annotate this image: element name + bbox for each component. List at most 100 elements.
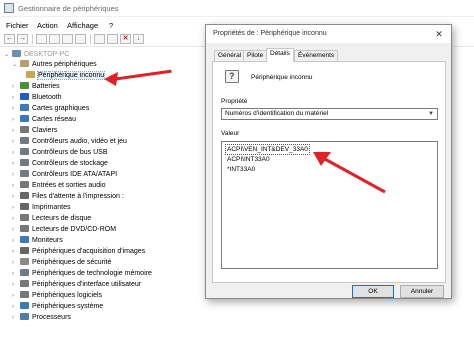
- dialog-title-bar: Propriétés de : Périphérique inconnu ✕: [206, 25, 451, 43]
- tree-item-label: Bluetooth: [32, 94, 62, 101]
- device-category-icon: [20, 137, 29, 144]
- device-category-icon: [20, 170, 29, 177]
- device-category-icon: [20, 104, 29, 111]
- device-category-icon: [20, 291, 29, 298]
- device-category-icon: [20, 60, 29, 67]
- tree-item-label: Contrôleurs de bus USB: [32, 149, 108, 156]
- chevron-right-icon: ›: [12, 293, 14, 299]
- tree-item[interactable]: › Moniteurs: [12, 236, 63, 246]
- device-category-icon: [20, 247, 29, 254]
- tree-item[interactable]: › Imprimantes: [12, 203, 71, 213]
- tree-item-label: Périphériques système: [32, 303, 104, 310]
- tree-item-label: Lecteurs de disque: [32, 215, 92, 222]
- device-tree: ⌄ DESKTOP-PC ⌄ Autres périphériques Périphér…: [0, 48, 205, 346]
- tree-item-label: Batteries: [32, 83, 60, 90]
- tree-item[interactable]: › Bluetooth: [12, 93, 62, 103]
- chevron-right-icon: ›: [12, 304, 14, 310]
- tree-item-label: Contrôleurs de stockage: [32, 160, 108, 167]
- tree-item-label: Périphériques logiciels: [32, 292, 103, 299]
- tab-general[interactable]: Général: [214, 50, 246, 61]
- tab-pilote[interactable]: Pilote: [243, 50, 268, 61]
- tree-item[interactable]: › Périphériques d'acquisition d'images: [12, 247, 145, 257]
- chevron-right-icon: ›: [12, 150, 14, 156]
- tree-item[interactable]: Périphérique inconnu: [26, 71, 106, 81]
- chevron-right-icon: ›: [12, 205, 14, 211]
- chevron-right-icon: ›: [12, 95, 14, 101]
- tree-item[interactable]: › Périphériques de technologie mémoire: [12, 269, 152, 279]
- tree-item[interactable]: › Lecteurs de DVD/CD-ROM: [12, 225, 116, 235]
- uninstall-button[interactable]: ✕: [120, 34, 131, 44]
- value-label: Valeur: [221, 130, 240, 137]
- tree-item-label: Processeurs: [32, 314, 71, 321]
- tree-root-label: DESKTOP-PC: [24, 51, 70, 58]
- chevron-right-icon: ›: [12, 315, 14, 321]
- tab-evenements[interactable]: Événements: [294, 50, 339, 61]
- dialog-title: Propriétés de : Périphérique inconnu: [213, 30, 327, 37]
- back-button[interactable]: ←: [4, 34, 15, 44]
- menu-affichage[interactable]: Affichage: [67, 21, 98, 30]
- window-title: Gestionnaire de périphériques: [18, 4, 119, 13]
- properties-dialog: Propriétés de : Périphérique inconnu ✕ G…: [205, 24, 452, 299]
- property-label: Propriété: [221, 98, 248, 105]
- ok-button[interactable]: OK: [352, 285, 394, 298]
- menu-help[interactable]: ?: [109, 21, 113, 30]
- help-icon[interactable]: [62, 34, 73, 44]
- tree-item[interactable]: ⌄ Autres périphériques: [12, 60, 97, 70]
- tree-item-label: Files d'attente à l'impression :: [32, 193, 124, 200]
- device-category-icon: [20, 236, 29, 243]
- tree-item[interactable]: › Batteries: [12, 82, 60, 92]
- tree-item[interactable]: › Périphériques de sécurité: [12, 258, 111, 268]
- device-category-icon: [20, 115, 29, 122]
- tab-details[interactable]: Détails: [266, 48, 294, 62]
- tree-item-label: Contrôleurs IDE ATA/ATAPI: [32, 171, 118, 178]
- device-category-icon: [20, 93, 29, 100]
- tree-item[interactable]: › Cartes réseau: [12, 115, 76, 125]
- tree-item[interactable]: › Lecteurs de disque: [12, 214, 91, 224]
- tree-item[interactable]: › Entrées et sorties audio: [12, 181, 106, 191]
- tree-root[interactable]: ⌄ DESKTOP-PC: [4, 50, 69, 60]
- device-category-icon: [20, 258, 29, 265]
- tree-item[interactable]: › Claviers: [12, 126, 57, 136]
- chevron-right-icon: ›: [12, 260, 14, 266]
- tree-view-button[interactable]: [36, 34, 47, 44]
- tree-item-label: Cartes graphiques: [32, 105, 90, 112]
- chevron-right-icon: ›: [12, 139, 14, 145]
- value-item[interactable]: ACPI\VEN_INT&DEV_33A0: [225, 144, 310, 155]
- update-driver-button[interactable]: ↓: [133, 34, 144, 44]
- tree-item[interactable]: › Contrôleurs IDE ATA/ATAPI: [12, 170, 117, 180]
- close-icon[interactable]: ✕: [432, 28, 446, 40]
- device-category-icon: [20, 148, 29, 155]
- view-button[interactable]: [75, 34, 86, 44]
- tree-item[interactable]: › Processeurs: [12, 313, 71, 323]
- tree-item[interactable]: › Périphériques d'interface utilisateur: [12, 280, 141, 290]
- property-select[interactable]: Numéros d'identification du matériel ▼: [221, 108, 438, 120]
- scan-hardware-button[interactable]: [107, 34, 118, 44]
- chevron-right-icon: ›: [12, 227, 14, 233]
- tree-item[interactable]: › Files d'attente à l'impression :: [12, 192, 124, 202]
- tree-item[interactable]: › Contrôleurs de bus USB: [12, 148, 107, 158]
- device-category-icon: [20, 181, 29, 188]
- device-category-icon: [20, 192, 29, 199]
- tree-item[interactable]: › Périphériques système: [12, 302, 103, 312]
- tree-item[interactable]: › Contrôleurs de stockage: [12, 159, 108, 169]
- question-mark-icon: ?: [229, 71, 235, 81]
- menu-fichier[interactable]: Fichier: [6, 21, 29, 30]
- device-category-icon: [26, 71, 35, 78]
- tree-item-label: Cartes réseau: [32, 116, 76, 123]
- cancel-button[interactable]: Annuler: [400, 285, 444, 298]
- menu-action[interactable]: Action: [37, 21, 58, 30]
- properties-button[interactable]: [49, 34, 60, 44]
- tree-item-label: Claviers: [32, 127, 58, 134]
- device-name: Périphérique inconnu: [251, 74, 313, 81]
- tree-item[interactable]: › Périphériques logiciels: [12, 291, 102, 301]
- value-item[interactable]: *INT33A0: [226, 165, 256, 174]
- forward-button[interactable]: →: [17, 34, 28, 44]
- chevron-right-icon: ›: [12, 282, 14, 288]
- tree-item[interactable]: › Contrôleurs audio, vidéo et jeu: [12, 137, 127, 147]
- monitor-icon[interactable]: [94, 34, 105, 44]
- value-item[interactable]: ACPI\INT33A0: [226, 155, 271, 164]
- chevron-right-icon: ›: [12, 271, 14, 277]
- tree-item-label: Lecteurs de DVD/CD-ROM: [32, 226, 117, 233]
- toolbar-separator: [32, 34, 33, 44]
- tree-item[interactable]: › Cartes graphiques: [12, 104, 89, 114]
